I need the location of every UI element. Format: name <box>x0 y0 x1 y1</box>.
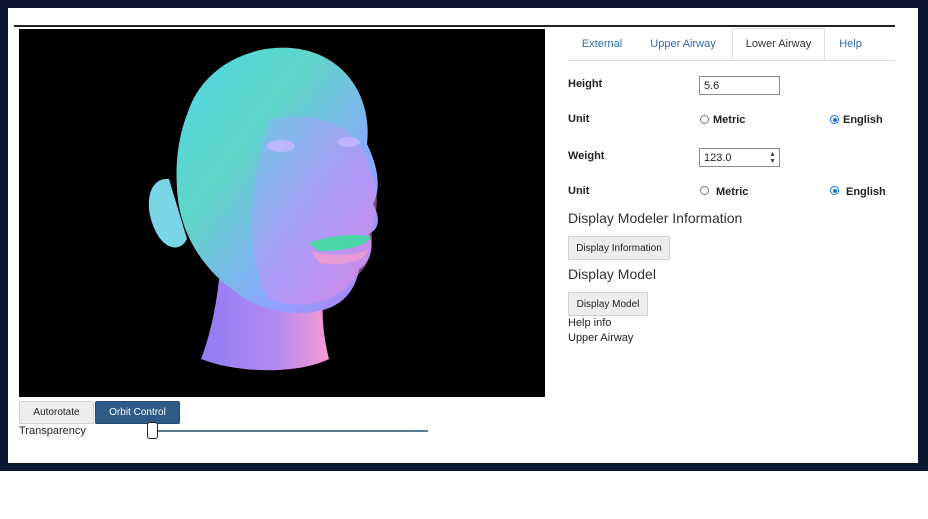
model-viewer[interactable] <box>19 29 545 397</box>
orbit-control-button[interactable]: Orbit Control <box>95 401 180 424</box>
weight-label: Weight <box>568 150 605 162</box>
help-info-text: Help info <box>568 317 612 329</box>
weight-value: 123.0 <box>704 151 732 164</box>
unit2-metric-radio[interactable] <box>700 186 709 195</box>
display-model-heading: Display Model <box>568 266 656 282</box>
display-information-button[interactable]: Display Information <box>568 236 670 260</box>
unit2-metric-label: Metric <box>716 186 749 198</box>
height-label: Height <box>568 78 603 90</box>
stepper-icon[interactable]: ▲ ▼ <box>769 151 776 165</box>
transparency-slider[interactable] <box>150 430 428 432</box>
transparency-label: Transparency <box>19 425 86 437</box>
top-divider <box>14 25 895 27</box>
unit-label: Unit <box>568 113 590 125</box>
display-model-button[interactable]: Display Model <box>568 292 648 316</box>
head-model-image <box>148 47 378 371</box>
tab-help[interactable]: Help <box>828 28 873 60</box>
unit2-english-label: English <box>846 186 886 198</box>
tab-bar: External Upper Airway Lower Airway Help <box>568 28 895 61</box>
unit-english-label: English <box>843 114 883 126</box>
unit-label-2: Unit <box>568 185 590 197</box>
unit-metric-radio[interactable] <box>700 115 709 124</box>
unit2-english-radio[interactable] <box>830 186 839 195</box>
tab-upper-airway[interactable]: Upper Airway <box>640 28 726 60</box>
unit-english-radio[interactable] <box>830 115 839 124</box>
upper-airway-text: Upper Airway <box>568 332 634 344</box>
tab-lower-airway[interactable]: Lower Airway <box>732 28 825 60</box>
weight-input[interactable]: 123.0 ▲ ▼ <box>699 148 780 167</box>
tab-external[interactable]: External <box>568 28 636 60</box>
height-input[interactable]: 5.6 <box>699 76 780 95</box>
transparency-slider-handle[interactable] <box>147 422 158 439</box>
modeler-info-heading: Display Modeler Information <box>568 210 743 226</box>
autorotate-button[interactable]: Autorotate <box>19 401 94 424</box>
unit-metric-label: Metric <box>713 114 746 126</box>
